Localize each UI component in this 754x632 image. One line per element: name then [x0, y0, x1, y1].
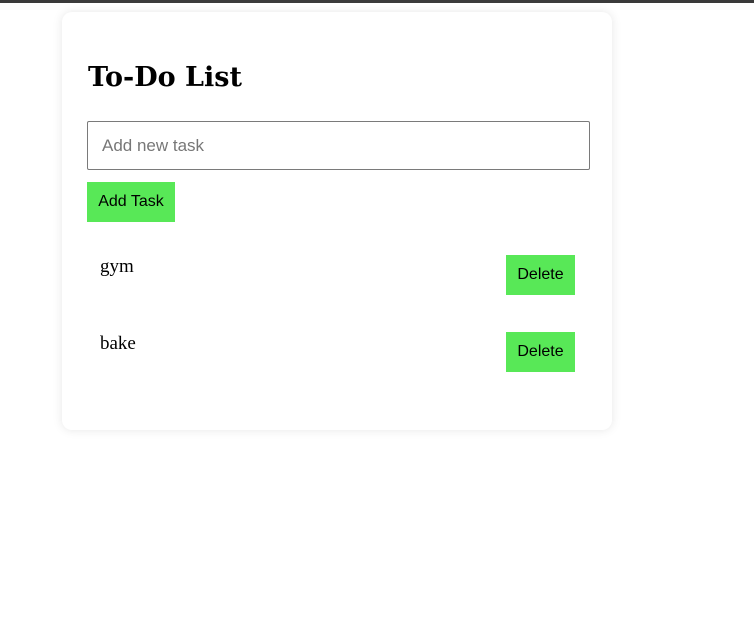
todo-card: To-Do List Add Task gym Delete bake Dele… [62, 12, 612, 430]
delete-task-button[interactable]: Delete [506, 255, 575, 295]
task-text: bake [100, 333, 136, 354]
add-task-button[interactable]: Add Task [87, 182, 175, 222]
browser-top-edge [0, 0, 754, 3]
page-title: To-Do List [88, 62, 242, 93]
task-item-gym: gym Delete [87, 242, 590, 319]
delete-task-button[interactable]: Delete [506, 332, 575, 372]
task-text: gym [100, 256, 134, 277]
task-list: gym Delete bake Delete [87, 242, 590, 396]
task-item-bake: bake Delete [87, 319, 590, 396]
new-task-input[interactable] [87, 121, 590, 170]
